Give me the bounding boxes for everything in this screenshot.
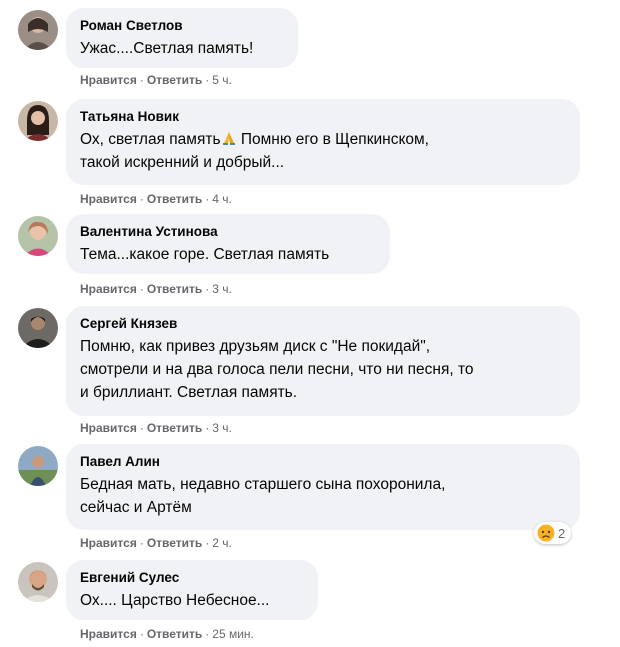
like-button[interactable]: Нравится: [80, 536, 137, 550]
avatar-photo-icon: [18, 101, 58, 141]
comment-time[interactable]: 4 ч.: [212, 192, 232, 206]
comment-author[interactable]: Роман Светлов: [80, 17, 286, 35]
comment-time[interactable]: 3 ч.: [212, 421, 232, 435]
like-button[interactable]: Нравится: [80, 421, 137, 435]
folded-hands-emoji-icon: [222, 132, 235, 145]
comment-bubble: Сергей Князев Помню, как привез друзьям …: [66, 306, 580, 416]
separator: ·: [139, 421, 144, 435]
avatar[interactable]: [18, 308, 58, 348]
like-button[interactable]: Нравится: [80, 627, 137, 641]
comment-bubble: Евгений Сулес Ох.... Царство Небесное...: [66, 560, 318, 620]
separator: ·: [139, 536, 144, 550]
separator: ·: [205, 73, 210, 87]
avatar-photo-icon: [18, 446, 58, 486]
avatar[interactable]: [18, 216, 58, 256]
comment-author[interactable]: Павел Алин: [80, 453, 568, 471]
like-button[interactable]: Нравится: [80, 282, 137, 296]
reply-button[interactable]: Ответить: [147, 282, 202, 296]
avatar[interactable]: [18, 562, 58, 602]
separator: ·: [205, 192, 210, 206]
comment-bubble: Валентина Устинова Тема...какое горе. Св…: [66, 214, 390, 274]
reply-button[interactable]: Ответить: [147, 627, 202, 641]
separator: ·: [139, 282, 144, 296]
reply-button[interactable]: Ответить: [147, 421, 202, 435]
comment-time[interactable]: 25 мин.: [212, 627, 254, 641]
reaction-count: 2: [558, 525, 566, 541]
comment-actions: Нравится · Ответить · 3 ч.: [80, 420, 232, 436]
separator: ·: [139, 192, 144, 206]
separator: ·: [205, 536, 210, 550]
avatar[interactable]: [18, 10, 58, 50]
like-button[interactable]: Нравится: [80, 192, 137, 206]
separator: ·: [139, 73, 144, 87]
comment-text: Ох.... Царство Небесное...: [80, 592, 270, 609]
comment-actions: Нравится · Ответить · 2 ч.: [80, 535, 232, 551]
comment-author[interactable]: Татьяна Новик: [80, 108, 568, 126]
reply-button[interactable]: Ответить: [147, 73, 202, 87]
avatar-photo-icon: [18, 10, 58, 50]
sad-reaction-icon: [537, 524, 555, 542]
avatar-photo-icon: [18, 562, 58, 602]
comment-text-part: Ох, светлая память: [80, 131, 221, 148]
comment-bubble: Роман Светлов Ужас....Светлая память!: [66, 8, 298, 68]
comment-actions: Нравится · Ответить · 25 мин.: [80, 626, 254, 642]
separator: ·: [205, 421, 210, 435]
avatar[interactable]: [18, 101, 58, 141]
comment-time[interactable]: 5 ч.: [212, 73, 232, 87]
comment-time[interactable]: 3 ч.: [212, 282, 232, 296]
comment-author[interactable]: Евгений Сулес: [80, 569, 306, 587]
comment-actions: Нравится · Ответить · 5 ч.: [80, 72, 232, 88]
like-button[interactable]: Нравится: [80, 73, 137, 87]
comment-time[interactable]: 2 ч.: [212, 536, 232, 550]
comment-text: Помню, как привез друзьям диск с "Не пок…: [80, 338, 474, 401]
comment-text: Ох, светлая память Помню его в Щепкинско…: [80, 128, 568, 174]
comment-bubble: Татьяна Новик Ох, светлая память Помню е…: [66, 99, 580, 185]
avatar-photo-icon: [18, 308, 58, 348]
separator: ·: [205, 627, 210, 641]
comment-text: Ужас....Светлая память!: [80, 40, 254, 57]
comment-author[interactable]: Валентина Устинова: [80, 223, 378, 241]
comment-actions: Нравится · Ответить · 3 ч.: [80, 281, 232, 297]
reply-button[interactable]: Ответить: [147, 192, 202, 206]
comment-text: Бедная мать, недавно старшего сына похор…: [80, 476, 446, 516]
avatar-photo-icon: [18, 216, 58, 256]
separator: ·: [139, 627, 144, 641]
comment-text: Тема...какое горе. Светлая память: [80, 246, 330, 263]
separator: ·: [205, 282, 210, 296]
comment-author[interactable]: Сергей Князев: [80, 315, 568, 333]
comment-actions: Нравится · Ответить · 4 ч.: [80, 191, 232, 207]
avatar[interactable]: [18, 446, 58, 486]
reply-button[interactable]: Ответить: [147, 536, 202, 550]
reaction-badge[interactable]: 2: [534, 522, 572, 544]
comment-bubble: Павел Алин Бедная мать, недавно старшего…: [66, 444, 580, 530]
